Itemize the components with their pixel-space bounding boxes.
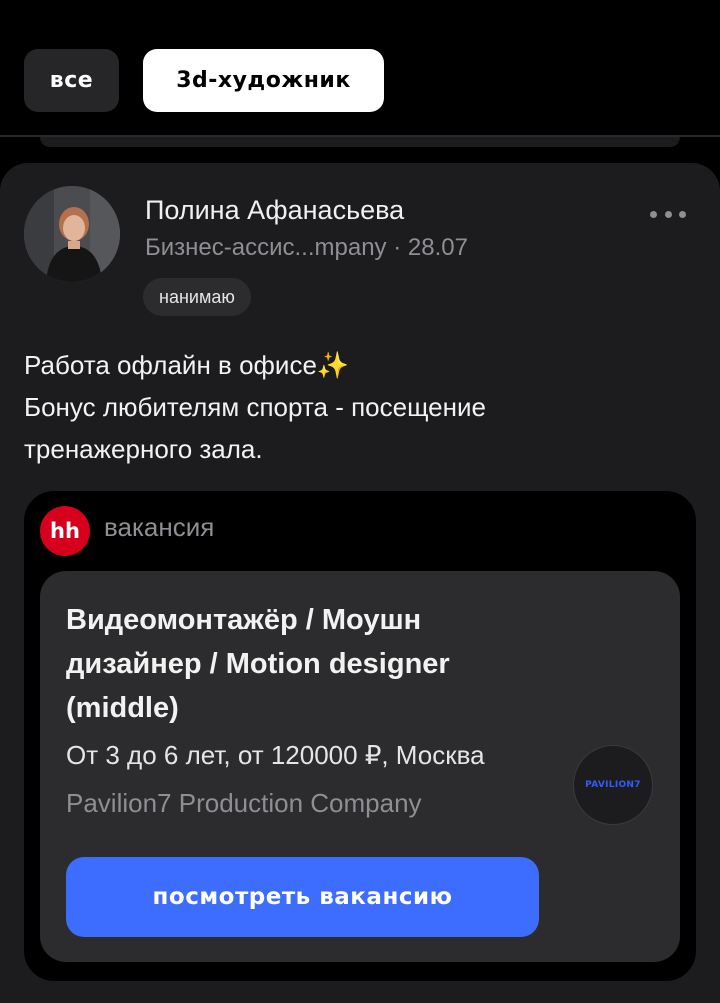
hh-logo-icon: hh — [40, 506, 90, 556]
dot — [664, 210, 672, 218]
filter-chip-all[interactable]: все — [24, 49, 119, 112]
company-logo: PAVILION7 — [573, 745, 653, 825]
dot — [650, 210, 657, 218]
filter-bar: все 3d-художник — [0, 0, 720, 135]
embed-label: вакансия — [104, 512, 215, 542]
sparkles-icon: ✨ — [316, 350, 350, 380]
filter-chip-3d-artist[interactable]: 3d-художник — [143, 49, 384, 112]
dot — [679, 210, 686, 218]
previous-card-edge — [40, 137, 680, 147]
post-text-line: Работа офлайн в офисе✨ — [24, 344, 684, 386]
avatar[interactable] — [24, 186, 120, 282]
author-name[interactable]: Полина Афанасьева — [145, 195, 404, 226]
vacancy-company: Pavilion7 Production Company — [66, 788, 422, 818]
vacancy-terms: От 3 до 6 лет, от 120000 ₽, Москва — [66, 740, 485, 770]
more-options-icon[interactable] — [650, 204, 686, 224]
avatar-photo — [24, 186, 120, 282]
vacancy-title[interactable]: Видеомонтажёр / Моушн дизайнер / Motion … — [66, 598, 536, 730]
post-text-line-1: Работа офлайн в офисе — [24, 350, 317, 380]
post-text-line-2: Бонус любителям спорта - посещение — [24, 392, 486, 422]
post-text: Работа офлайн в офисе✨ Бонус любителям с… — [24, 344, 684, 470]
post-text-line-3: тренажерного зала. — [24, 434, 263, 464]
view-vacancy-button[interactable]: посмотреть вакансию — [66, 857, 539, 937]
hiring-badge: нанимаю — [143, 278, 251, 316]
author-meta: Бизнес-ассис...mpany · 28.07 — [145, 234, 468, 261]
